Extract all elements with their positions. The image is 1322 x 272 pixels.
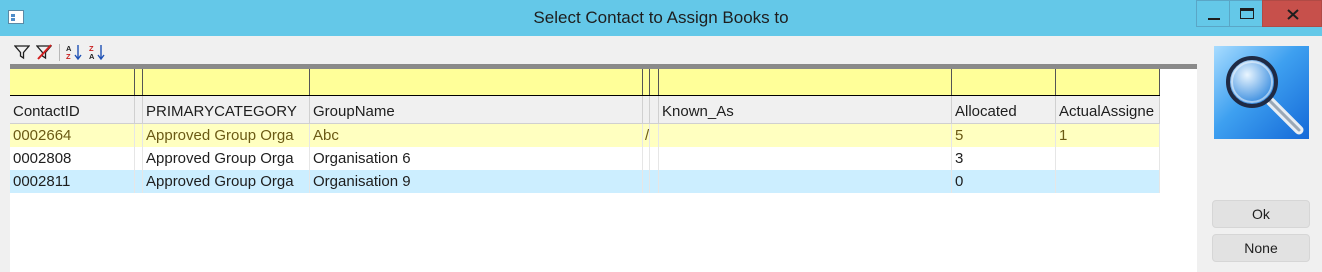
column-header-narrow-1[interactable] [643, 96, 650, 123]
close-button[interactable] [1262, 0, 1322, 27]
cell-actual-assigned [1056, 170, 1160, 193]
cell-contact-id: 0002664 [10, 124, 135, 147]
column-header-known-as[interactable]: Known_As [659, 96, 952, 123]
column-header-contactid[interactable]: ContactID [10, 96, 135, 123]
column-header-narrow-2[interactable] [650, 96, 659, 123]
column-header-gap [135, 96, 143, 123]
cell-allocated: 0 [952, 170, 1056, 193]
filter-icon[interactable] [14, 44, 30, 60]
contacts-grid[interactable]: ContactID PRIMARYCATEGORY GroupName Know… [10, 64, 1197, 272]
cell-group-name: Organisation 9 [310, 170, 643, 193]
search-image [1214, 46, 1309, 139]
cell-group-name: Organisation 6 [310, 147, 643, 170]
none-button[interactable]: None [1212, 234, 1310, 262]
filter-cell-primarycategory[interactable] [143, 69, 310, 95]
cell-gap [135, 147, 143, 170]
column-header-primarycategory[interactable]: PRIMARYCATEGORY [143, 96, 310, 123]
filter-cell-contactid[interactable] [10, 69, 135, 95]
column-header-groupname[interactable]: GroupName [310, 96, 643, 123]
title-bar: Select Contact to Assign Books to [0, 0, 1322, 36]
filter-row [10, 69, 1160, 96]
table-row[interactable]: 0002811 Approved Group Orga Organisation… [10, 170, 1160, 193]
cell-actual-assigned [1056, 147, 1160, 170]
sort-descending-icon[interactable]: Z A [89, 44, 105, 60]
cell-narrow-1: / [643, 124, 650, 147]
toolbar-separator [59, 44, 60, 61]
filter-cell-known-as[interactable] [659, 69, 952, 95]
cell-gap [135, 170, 143, 193]
column-header-allocated[interactable]: Allocated [952, 96, 1056, 123]
filter-cell-gap [135, 69, 143, 95]
svg-text:Z: Z [66, 52, 71, 60]
filter-cell-narrow-1[interactable] [643, 69, 650, 95]
cell-contact-id: 0002811 [10, 170, 135, 193]
filter-cell-allocated[interactable] [952, 69, 1056, 95]
column-header-row: ContactID PRIMARYCATEGORY GroupName Know… [10, 96, 1160, 124]
grid-empty-area [1160, 69, 1197, 96]
cell-gap [135, 124, 143, 147]
cell-narrow-2 [650, 147, 659, 170]
side-panel: Ok None [1204, 41, 1319, 272]
cell-narrow-1 [643, 147, 650, 170]
filter-cell-groupname[interactable] [310, 69, 643, 95]
maximize-button[interactable] [1229, 0, 1263, 27]
cell-contact-id: 0002808 [10, 147, 135, 170]
filter-cell-narrow-2[interactable] [650, 69, 659, 95]
ok-button[interactable]: Ok [1212, 200, 1310, 228]
column-header-actual-assigned[interactable]: ActualAssigne [1056, 96, 1160, 123]
filter-cell-actual-assigned[interactable] [1056, 69, 1160, 95]
cell-narrow-1 [643, 170, 650, 193]
cell-known-as [659, 124, 952, 147]
cell-group-name: Abc [310, 124, 643, 147]
svg-text:A: A [89, 52, 95, 60]
close-icon [1287, 9, 1299, 20]
cell-primary-category: Approved Group Orga [143, 124, 310, 147]
cell-narrow-2 [650, 170, 659, 193]
sort-ascending-icon[interactable]: A Z [66, 44, 82, 60]
grid-toolbar: A Z Z A [10, 41, 1196, 65]
cell-known-as [659, 147, 952, 170]
window-title: Select Contact to Assign Books to [533, 8, 789, 27]
cell-actual-assigned: 1 [1056, 124, 1160, 147]
clear-filter-icon[interactable] [36, 44, 52, 60]
cell-narrow-2 [650, 124, 659, 147]
cell-allocated: 3 [952, 147, 1056, 170]
cell-primary-category: Approved Group Orga [143, 170, 310, 193]
cell-known-as [659, 170, 952, 193]
magnifier-icon [1226, 56, 1304, 135]
table-row[interactable]: 0002664 Approved Group Orga Abc / 5 1 [10, 124, 1160, 147]
table-row[interactable]: 0002808 Approved Group Orga Organisation… [10, 147, 1160, 170]
cell-allocated: 5 [952, 124, 1056, 147]
minimize-button[interactable] [1196, 0, 1230, 27]
cell-primary-category: Approved Group Orga [143, 147, 310, 170]
